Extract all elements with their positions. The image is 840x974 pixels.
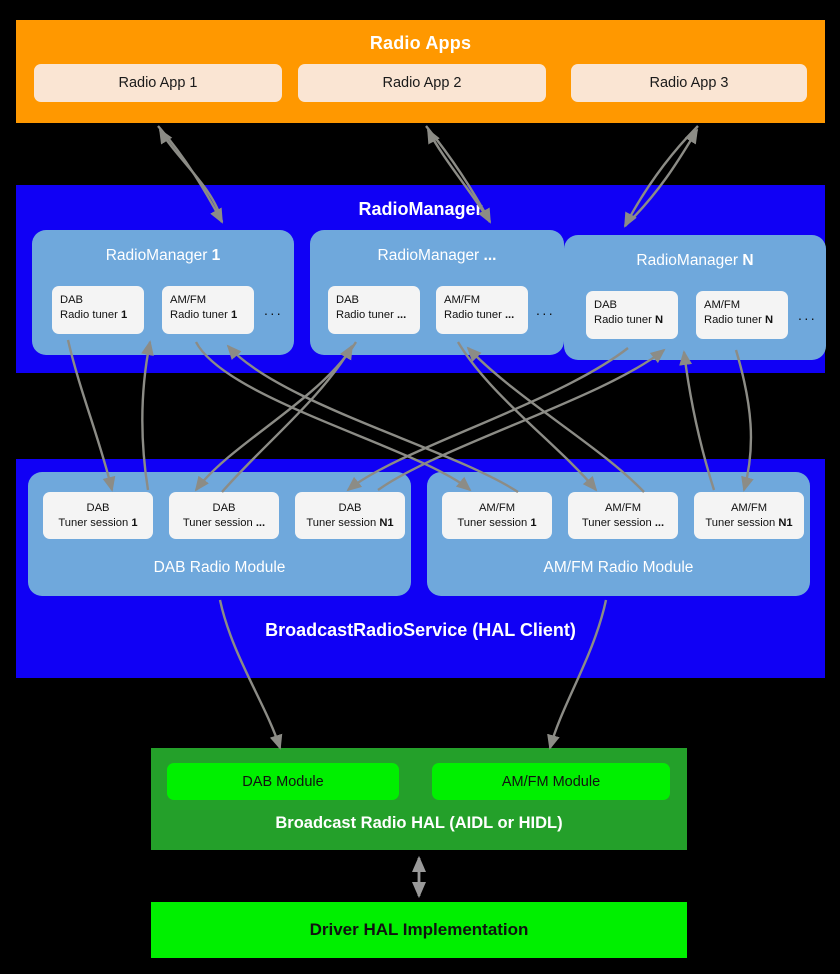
tuner-more-2: ... xyxy=(536,302,556,318)
broadcast-radio-service-title: BroadcastRadioService (HAL Client) xyxy=(265,620,576,640)
tuner-more-3: ... xyxy=(798,307,818,323)
dab-tuner-session-3[interactable]: DAB Tuner session N1 xyxy=(295,492,405,539)
tuner-amfm-3[interactable]: AM/FM Radio tuner N xyxy=(696,291,788,339)
tuner-dab-2[interactable]: DAB Radio tuner ... xyxy=(328,286,420,334)
session-line2: Tuner session N1 xyxy=(705,516,793,529)
amfm-tuner-session-2[interactable]: AM/FM Tuner session ... xyxy=(568,492,678,539)
dab-radio-module-card[interactable]: DAB Tuner session 1 DAB Tuner session ..… xyxy=(28,472,411,596)
radio-app-2-box[interactable]: Radio App 2 xyxy=(298,64,546,102)
radio-apps-title: Radio Apps xyxy=(369,33,472,53)
amfm-radio-module-label: AM/FM Radio Module xyxy=(543,559,694,576)
driver-hal-implementation-box[interactable]: Driver HAL Implementation xyxy=(151,902,687,958)
radio-manager-card-3-title: RadioManager N xyxy=(636,252,754,269)
amfm-module-box[interactable]: AM/FM Module xyxy=(432,763,670,800)
radio-manager-card-1-title: RadioManager 1 xyxy=(105,247,221,264)
tuner-amfm-2[interactable]: AM/FM Radio tuner ... xyxy=(436,286,528,334)
tuner-more-1: ... xyxy=(264,302,284,318)
dab-tuner-session-1[interactable]: DAB Tuner session 1 xyxy=(43,492,153,539)
dab-module-box[interactable]: DAB Module xyxy=(167,763,399,800)
radio-manager-card-2[interactable]: RadioManager ... DAB Radio tuner ... AM/… xyxy=(310,230,564,355)
tuner-dab-1[interactable]: DAB Radio tuner 1 xyxy=(52,286,144,334)
diagram-canvas: Radio Apps Radio App 1 Radio App 2 Radio… xyxy=(0,0,840,974)
amfm-radio-module-card[interactable]: AM/FM Tuner session 1 AM/FM Tuner sessio… xyxy=(427,472,810,596)
session-line2: Tuner session ... xyxy=(182,516,266,529)
tuner-dab-3[interactable]: DAB Radio tuner N xyxy=(586,291,678,339)
broadcast-radio-hal-band: DAB Module AM/FM Module Broadcast Radio … xyxy=(151,748,687,850)
radio-manager-card-1[interactable]: RadioManager 1 DAB Radio tuner 1 AM/FM R… xyxy=(32,230,294,355)
radio-app-3-box[interactable]: Radio App 3 xyxy=(571,64,807,102)
amfm-tuner-session-3[interactable]: AM/FM Tuner session N1 xyxy=(694,492,804,539)
broadcast-radio-hal-title: Broadcast Radio HAL (AIDL or HIDL) xyxy=(275,814,563,832)
radio-manager-band: RadioManager RadioManager 1 DAB Radio tu… xyxy=(16,185,826,373)
radio-app-1-box[interactable]: Radio App 1 xyxy=(34,64,282,102)
session-line2: Tuner session N1 xyxy=(306,516,394,529)
radio-manager-card-2-title: RadioManager ... xyxy=(377,247,497,264)
tuner-amfm-1[interactable]: AM/FM Radio tuner 1 xyxy=(162,286,254,334)
dab-radio-module-label: DAB Radio Module xyxy=(153,559,286,576)
amfm-tuner-session-1[interactable]: AM/FM Tuner session 1 xyxy=(442,492,552,539)
radio-manager-card-3[interactable]: RadioManager N DAB Radio tuner N AM/FM R… xyxy=(564,235,826,360)
radio-manager-title: RadioManager xyxy=(358,199,483,219)
radio-apps-band: Radio Apps Radio App 1 Radio App 2 Radio… xyxy=(16,20,825,123)
session-line2: Tuner session ... xyxy=(581,516,665,529)
session-line2: Tuner session 1 xyxy=(58,516,138,529)
broadcast-radio-service-band: BroadcastRadioService (HAL Client) DAB T… xyxy=(16,459,825,678)
dab-tuner-session-2[interactable]: DAB Tuner session ... xyxy=(169,492,279,539)
session-line2: Tuner session 1 xyxy=(457,516,537,529)
